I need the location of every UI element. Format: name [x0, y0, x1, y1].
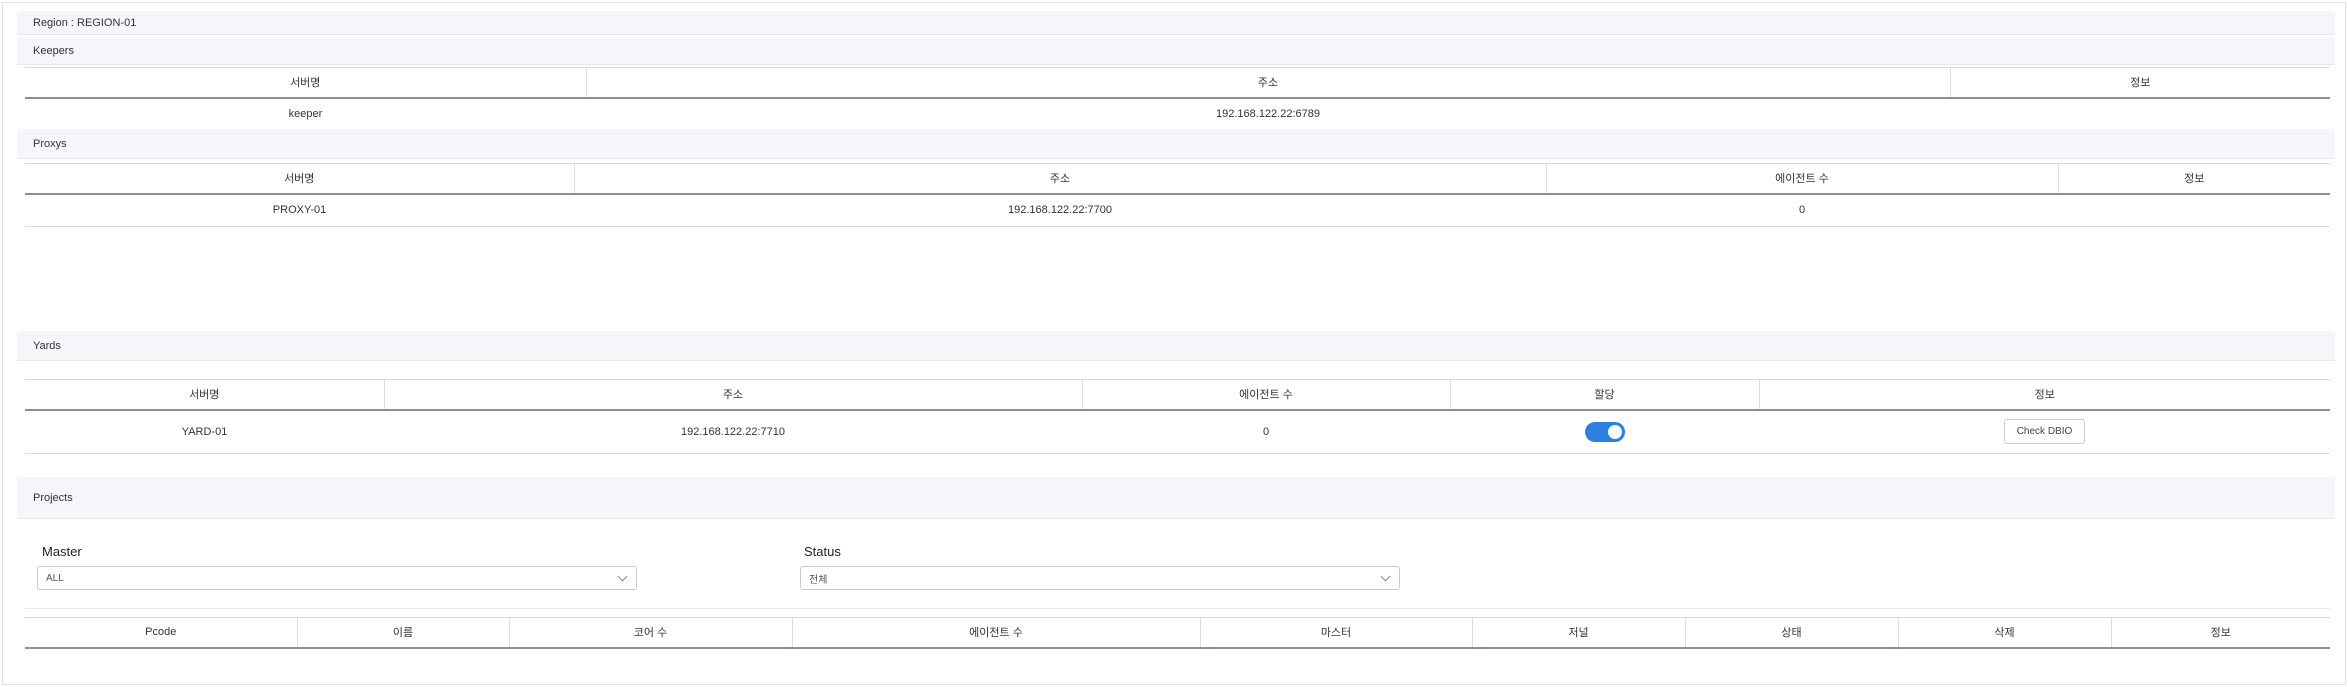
proxys-table: 서버명 주소 에이전트 수 정보 PROXY-01 192.168.122.22… [25, 163, 2330, 227]
page-frame: Region : REGION-01 Keepers 서버명 주소 정보 kee… [2, 2, 2346, 685]
projects-header-row: Pcode 이름 코어 수 에이전트 수 마스터 저널 상태 삭제 정보 [25, 617, 2330, 649]
yards-header-row: 서버명 주소 에이전트 수 할당 정보 [25, 379, 2330, 411]
projects-header: Projects [17, 477, 2335, 519]
column-header: 서버명 [25, 163, 574, 195]
keepers-title: Keepers [33, 44, 74, 57]
column-header: 정보 [2057, 163, 2330, 195]
yards-table: 서버명 주소 에이전트 수 할당 정보 YARD-01 192.168.122.… [25, 379, 2330, 454]
column-header: 저널 [1471, 617, 1685, 649]
master-filter-label: Master [42, 544, 82, 559]
chevron-down-icon [1380, 571, 1391, 582]
proxy-agent-count: 0 [1546, 193, 2058, 227]
proxy-name: PROXY-01 [25, 193, 574, 227]
divider [25, 608, 2330, 609]
yard-info-cell: Check DBIO [1759, 409, 2330, 454]
column-header: 정보 [1949, 67, 2330, 99]
table-row: keeper 192.168.122.22:6789 [25, 97, 2330, 130]
yard-agent-count: 0 [1082, 409, 1450, 454]
table-row: PROXY-01 192.168.122.22:7700 0 [25, 193, 2330, 227]
toggle-knob [1607, 424, 1622, 439]
keeper-info [1950, 97, 2330, 130]
chevron-down-icon [617, 571, 628, 582]
column-header: 에이전트 수 [1545, 163, 2058, 195]
proxys-header-row: 서버명 주소 에이전트 수 정보 [25, 163, 2330, 195]
column-header: 정보 [1758, 379, 2330, 411]
table-row: YARD-01 192.168.122.22:7710 0 Check DBIO [25, 409, 2330, 454]
projects-title: Projects [33, 491, 73, 504]
region-header: Region : REGION-01 [17, 11, 2335, 35]
keeper-name: keeper [25, 97, 586, 130]
master-select-value: ALL [46, 572, 64, 584]
keepers-table: 서버명 주소 정보 keeper 192.168.122.22:6789 [25, 67, 2330, 130]
column-header: 코어 수 [508, 617, 792, 649]
keepers-header: Keepers [17, 37, 2335, 65]
column-header: 서버명 [25, 67, 586, 99]
column-header: 마스터 [1199, 617, 1472, 649]
status-filter-label: Status [804, 544, 841, 559]
proxy-address: 192.168.122.22:7700 [574, 193, 1546, 227]
master-select[interactable]: ALL [37, 566, 637, 590]
keeper-address: 192.168.122.22:6789 [586, 97, 1950, 130]
projects-table: Pcode 이름 코어 수 에이전트 수 마스터 저널 상태 삭제 정보 [25, 617, 2330, 649]
yard-assign-cell [1450, 409, 1759, 454]
proxys-title: Proxys [33, 137, 67, 150]
column-header: 이름 [296, 617, 509, 649]
column-header: Pcode [25, 617, 297, 649]
column-header: 주소 [585, 67, 1950, 99]
status-select-value: 전체 [809, 574, 828, 586]
assign-toggle[interactable] [1584, 421, 1625, 442]
yard-name: YARD-01 [25, 409, 384, 454]
column-header: 주소 [383, 379, 1082, 411]
column-header: 서버명 [25, 379, 384, 411]
region-title: Region : REGION-01 [33, 16, 137, 29]
column-header: 에이전트 수 [791, 617, 1200, 649]
check-dbio-button[interactable]: Check DBIO [2003, 419, 2086, 445]
proxys-header: Proxys [17, 129, 2335, 159]
column-header: 정보 [2110, 617, 2330, 649]
column-header: 삭제 [1897, 617, 2111, 649]
yards-title: Yards [33, 339, 61, 352]
proxy-info [2058, 193, 2330, 227]
column-header: 할당 [1449, 379, 1759, 411]
column-header: 에이전트 수 [1081, 379, 1450, 411]
status-select[interactable]: 전체 [800, 566, 1400, 590]
keepers-header-row: 서버명 주소 정보 [25, 67, 2330, 99]
yards-header: Yards [17, 331, 2335, 361]
column-header: 상태 [1684, 617, 1898, 649]
yard-address: 192.168.122.22:7710 [384, 409, 1082, 454]
column-header: 주소 [573, 163, 1546, 195]
